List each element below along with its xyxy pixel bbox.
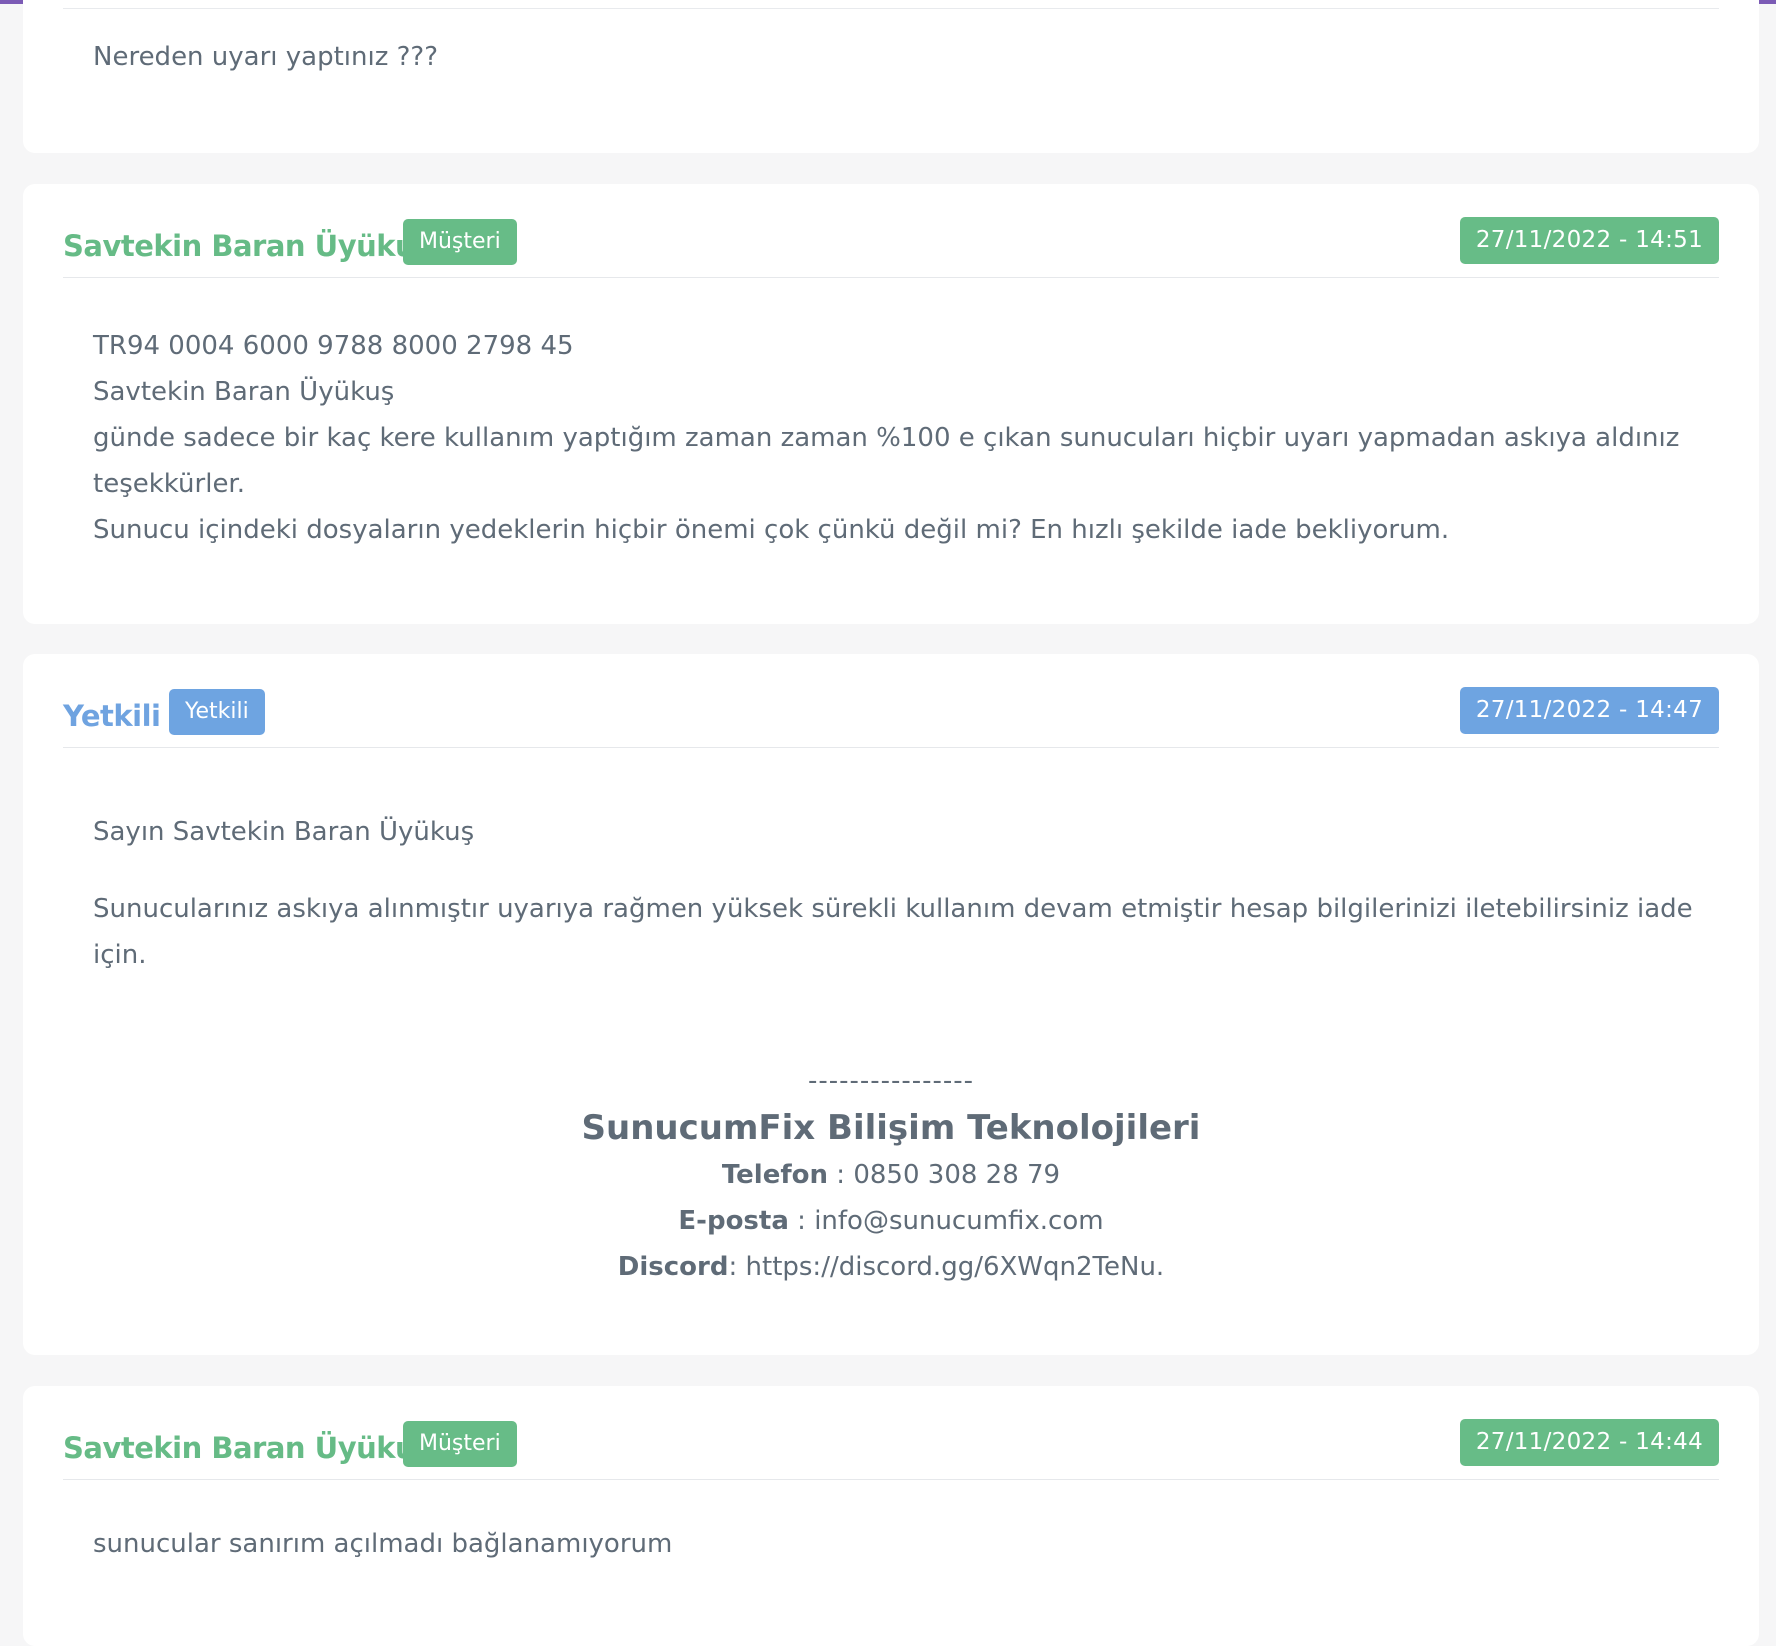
signature-email: E-posta : info@sunucumfix.com [23,1198,1759,1244]
email-separator: : [788,1206,815,1236]
message-line: sunucular sanırım açılmadı bağlanamıyoru… [93,1529,673,1559]
author-name: Savtekin Baran Üyükuş [63,229,432,263]
message-line: Savtekin Baran Üyükuş [93,377,395,407]
date-badge: 27/11/2022 - 14:47 [1459,687,1719,734]
message-body: TR94 0004 6000 9788 8000 2798 45 Savteki… [93,323,1689,553]
company-signature: ---------------- SunucumFix Bilişim Tekn… [23,1058,1759,1290]
signature-divider: ---------------- [807,1066,975,1096]
author-name: Savtekin Baran Üyükuş [63,1431,432,1465]
phone-value: 0850 308 28 79 [853,1160,1061,1190]
message-line: günde sadece bir kaç kere kullanım yaptı… [93,423,1680,499]
message-line: Sunucu içindeki dosyaların yedeklerin hi… [93,515,1450,545]
phone-separator: : [828,1160,854,1190]
role-badge: Yetkili [169,689,265,735]
discord-separator: : [728,1252,746,1282]
signature-discord: Discord: https://discord.gg/6XWqn2TeNu. [23,1244,1759,1290]
discord-label: Discord [617,1252,729,1282]
message-header: Yetkili Yetkili 27/11/2022 - 14:47 [63,687,1719,748]
email-label: E-posta [678,1206,789,1236]
message-body: Nereden uyarı yaptınız ??? [93,34,1689,80]
message-body: Sunucularınız askıya alınmıştır uyarıya … [93,894,1693,970]
message-body: sunucular sanırım açılmadı bağlanamıyoru… [93,1521,1689,1567]
message-header: Savtekin Baran Üyükuş Müşteri 27/11/2022… [63,217,1719,278]
ticket-message: Nereden uyarı yaptınız ??? [23,0,1759,153]
signature-company: SunucumFix Bilişim Teknolojileri [581,1108,1201,1148]
signature-phone: Telefon : 0850 308 28 79 [23,1152,1759,1198]
discord-link: https://discord.gg/6XWqn2TeNu. [745,1252,1165,1282]
date-badge: 27/11/2022 - 14:44 [1459,1419,1719,1466]
phone-label: Telefon [721,1160,829,1190]
author-name: Yetkili [63,699,161,733]
email-value: info@sunucumfix.com [814,1206,1104,1236]
ticket-message: Savtekin Baran Üyükuş Müşteri 27/11/2022… [23,1386,1759,1646]
ticket-message: Yetkili Yetkili 27/11/2022 - 14:47 Sayın… [23,654,1759,1355]
divider [63,8,1719,9]
role-badge: Müşteri [403,1421,517,1467]
message-greeting: Sayın Savtekin Baran Üyükuş [93,817,475,847]
date-badge: 27/11/2022 - 14:51 [1459,217,1719,264]
message-header: Savtekin Baran Üyükuş Müşteri 27/11/2022… [63,1419,1719,1480]
message-line: Nereden uyarı yaptınız ??? [93,42,439,72]
role-badge: Müşteri [403,219,517,265]
message-line: TR94 0004 6000 9788 8000 2798 45 [93,331,574,361]
ticket-message: Savtekin Baran Üyükuş Müşteri 27/11/2022… [23,184,1759,624]
